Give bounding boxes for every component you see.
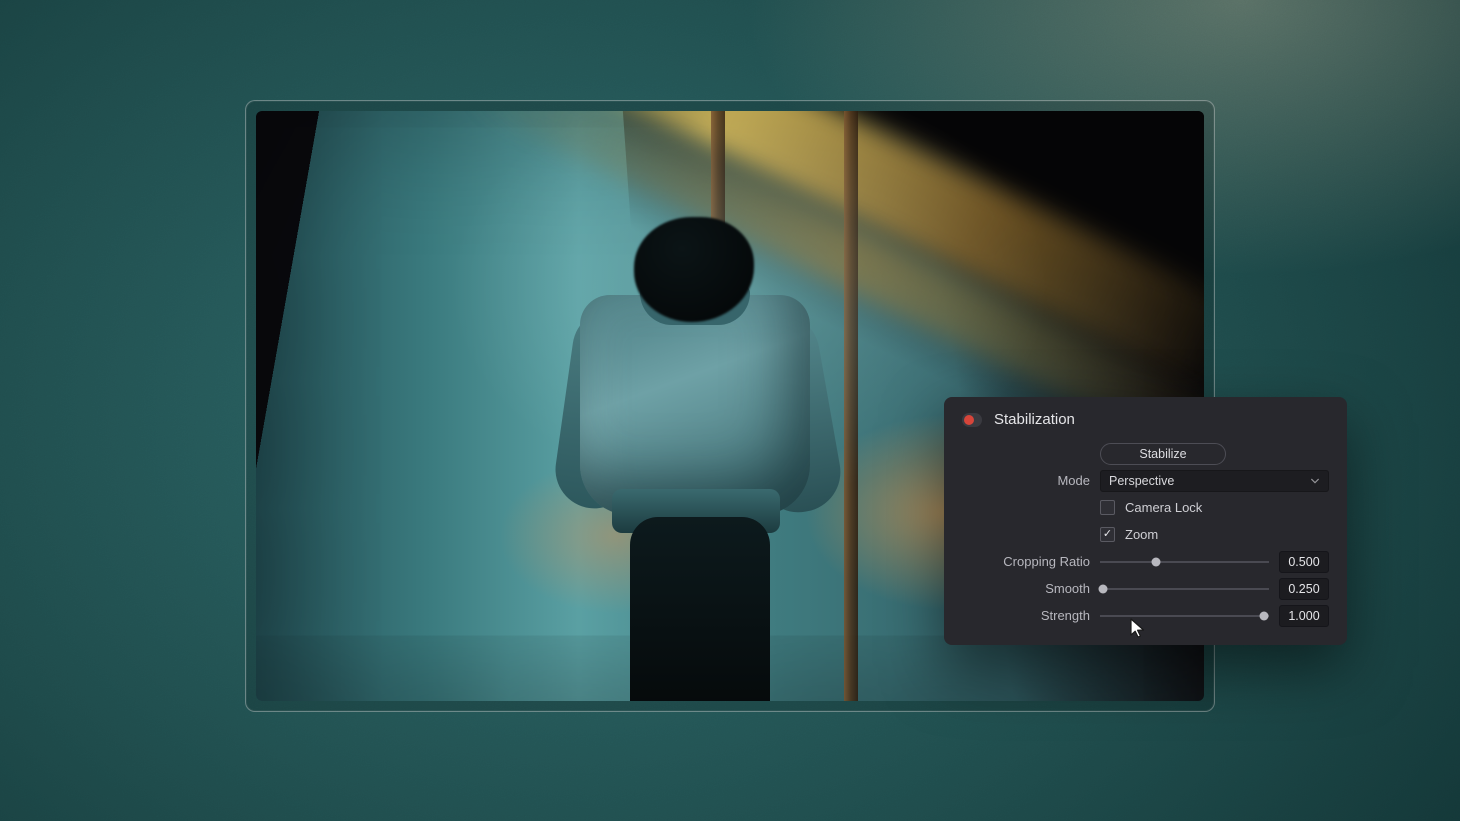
mode-value: Perspective	[1109, 474, 1174, 488]
cropping-ratio-value[interactable]: 0.500	[1279, 551, 1329, 573]
cropping-ratio-slider[interactable]	[1100, 551, 1269, 573]
video-subject-silhouette	[540, 217, 840, 697]
slider-thumb-icon	[1259, 611, 1268, 620]
strength-value[interactable]: 1.000	[1279, 605, 1329, 627]
slider-thumb-icon	[1099, 584, 1108, 593]
stabilization-panel: Stabilization Stabilize Mode Perspective…	[944, 397, 1347, 645]
strength-label: Strength	[962, 608, 1090, 623]
cursor-icon	[1128, 617, 1148, 639]
smooth-label: Smooth	[962, 581, 1090, 596]
strength-slider[interactable]	[1100, 605, 1269, 627]
smooth-value[interactable]: 0.250	[1279, 578, 1329, 600]
stabilize-button[interactable]: Stabilize	[1100, 443, 1226, 465]
mode-label: Mode	[962, 473, 1090, 488]
cropping-ratio-label: Cropping Ratio	[962, 554, 1090, 569]
chevron-down-icon	[1310, 476, 1320, 486]
panel-header: Stabilization	[962, 411, 1329, 428]
toggle-dot-icon	[964, 415, 974, 425]
camera-lock-checkbox[interactable]	[1100, 500, 1115, 515]
zoom-checkbox[interactable]	[1100, 527, 1115, 542]
camera-lock-label: Camera Lock	[1125, 500, 1202, 515]
mode-select[interactable]: Perspective	[1100, 470, 1329, 492]
stabilization-enable-toggle[interactable]	[962, 413, 982, 427]
zoom-label: Zoom	[1125, 527, 1158, 542]
slider-thumb-icon	[1151, 557, 1160, 566]
smooth-slider[interactable]	[1100, 578, 1269, 600]
panel-title: Stabilization	[994, 411, 1075, 428]
